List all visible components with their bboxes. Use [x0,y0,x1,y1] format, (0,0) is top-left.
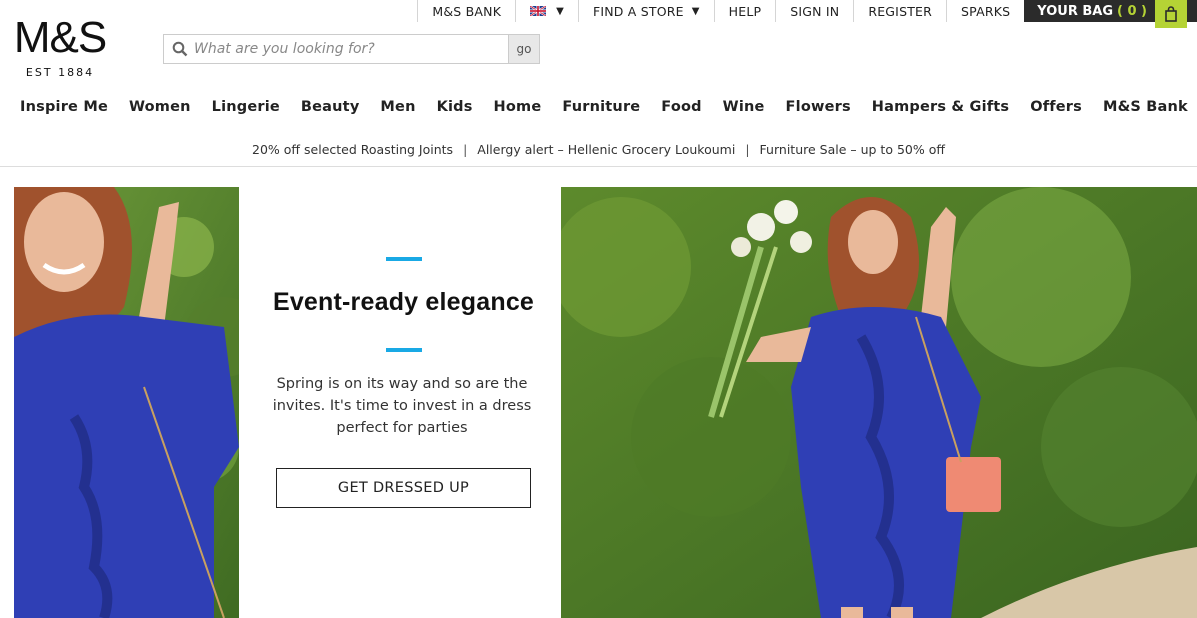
caret-down-icon: ▼ [556,5,564,17]
utility-bar: M&S BANK ▼ FIND A STORE ▼ HELP SIGN IN R… [417,0,1197,28]
search-go-button[interactable]: go [508,35,539,63]
hero-title: Event-ready elegance [272,288,535,316]
hero-description: Spring is on its way and so are the invi… [272,376,532,436]
register-label: REGISTER [868,3,933,19]
bag-icon-box [1155,0,1187,28]
hero-photo-left [14,187,239,618]
hero-image-right[interactable] [561,187,1197,618]
your-bag-button[interactable]: YOUR BAG ( 0 ) [1024,0,1197,28]
hero-image-left[interactable] [14,187,239,618]
uk-flag-icon [530,6,547,16]
promo-strip: 20% off selected Roasting Joints | Allergy… [0,142,1197,157]
promo-link-furniture-sale[interactable]: Furniture Sale – up to 50% off [760,142,945,157]
nav-item-inspire-me[interactable]: Inspire Me [20,99,108,115]
promo-link-allergy[interactable]: Allergy alert – Hellenic Grocery Loukoum… [477,142,735,157]
header-divider [0,166,1197,167]
nav-item-wine[interactable]: Wine [723,99,765,115]
nav-item-beauty[interactable]: Beauty [301,99,360,115]
nav-item-lingerie[interactable]: Lingerie [212,99,280,115]
find-store-label: FIND A STORE [592,3,684,19]
nav-item-flowers[interactable]: Flowers [786,99,851,115]
hero-copy: Event-ready elegance Spring is on its wa… [239,187,561,618]
nav-item-women[interactable]: Women [129,99,191,115]
hero-photo-right [561,187,1197,618]
bag-count: ( 0 ) [1117,3,1147,19]
nav-item-kids[interactable]: Kids [437,99,473,115]
sparks-label: SPARKS [961,3,1011,19]
register-link[interactable]: REGISTER [853,0,946,22]
ms-bank-link[interactable]: M&S BANK [417,0,515,22]
find-store-link[interactable]: FIND A STORE ▼ [577,0,714,22]
country-selector[interactable]: ▼ [515,0,578,22]
nav-item-offers[interactable]: Offers [1030,99,1082,115]
ms-bank-label: M&S BANK [432,3,502,19]
shopping-bag-icon [1165,6,1177,22]
promo-link-roasting[interactable]: 20% off selected Roasting Joints [252,142,453,157]
search-bar: go [163,34,540,64]
promo-separator: | [463,142,468,157]
nav-item-hampers-gifts[interactable]: Hampers & Gifts [872,99,1010,115]
ms-logo[interactable]: M&S EST 1884 [4,13,116,80]
accent-bar-bottom [386,348,422,352]
help-label: HELP [728,3,762,19]
bag-label: YOUR BAG [1037,3,1114,19]
logo-wordmark: M&S [13,13,107,62]
main-nav: Inspire Me Women Lingerie Beauty Men Kid… [0,99,1197,115]
nav-item-food[interactable]: Food [661,99,701,115]
accent-bar-top [386,257,422,261]
sign-in-link[interactable]: SIGN IN [775,0,853,22]
get-dressed-up-button[interactable]: GET DRESSED UP [276,468,531,508]
caret-down-icon: ▼ [691,5,700,17]
nav-item-furniture[interactable]: Furniture [562,99,640,115]
sign-in-label: SIGN IN [790,3,840,19]
promo-separator: | [745,142,750,157]
help-link[interactable]: HELP [713,0,776,22]
search-field [164,35,508,63]
sparks-link[interactable]: SPARKS [946,0,1024,22]
nav-item-men[interactable]: Men [380,99,415,115]
search-icon [172,41,188,57]
nav-item-ms-bank[interactable]: M&S Bank [1103,99,1188,115]
nav-item-home[interactable]: Home [494,99,542,115]
search-input[interactable] [194,41,494,57]
logo-established: EST 1884 [25,66,95,79]
